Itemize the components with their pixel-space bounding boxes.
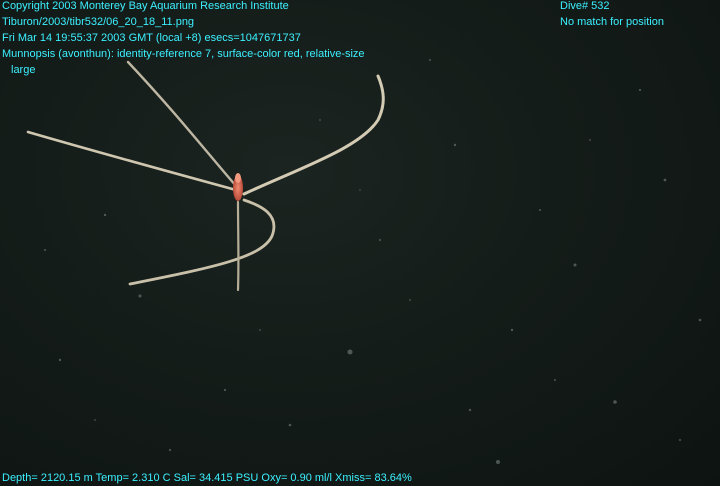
- timestamp-text: Fri Mar 14 19:55:37 2003 GMT (local +8) …: [2, 32, 301, 44]
- image-path-text: Tiburon/2003/tibr532/06_20_18_11.png: [2, 16, 195, 28]
- specimen-leg-right: [242, 74, 385, 196]
- munnopsis-specimen: [26, 60, 385, 292]
- telemetry-text: Depth= 2120.15 m Temp= 2.310 C Sal= 34.4…: [2, 472, 412, 484]
- telemetry-overlay: Depth= 2120.15 m Temp= 2.310 C Sal= 34.4…: [2, 470, 412, 486]
- dive-number-text: Dive# 532: [560, 0, 610, 12]
- annotation-text: Munnopsis (avonthun): identity-reference…: [2, 48, 365, 60]
- specimen-leg-left: [26, 130, 238, 192]
- specimen-antenna-upper: [126, 60, 238, 188]
- marine-snow-particles: [44, 59, 702, 464]
- copyright-text: Copyright 2003 Monterey Bay Aquarium Res…: [2, 0, 289, 12]
- header-overlay-right: Dive# 532 No match for position: [560, 0, 664, 30]
- position-status-text: No match for position: [560, 16, 664, 28]
- specimen-leg-curl: [128, 198, 276, 286]
- video-frame: Copyright 2003 Monterey Bay Aquarium Res…: [0, 0, 720, 486]
- header-overlay-left: Copyright 2003 Monterey Bay Aquarium Res…: [2, 0, 365, 78]
- annotation-text-continued: large: [11, 64, 36, 76]
